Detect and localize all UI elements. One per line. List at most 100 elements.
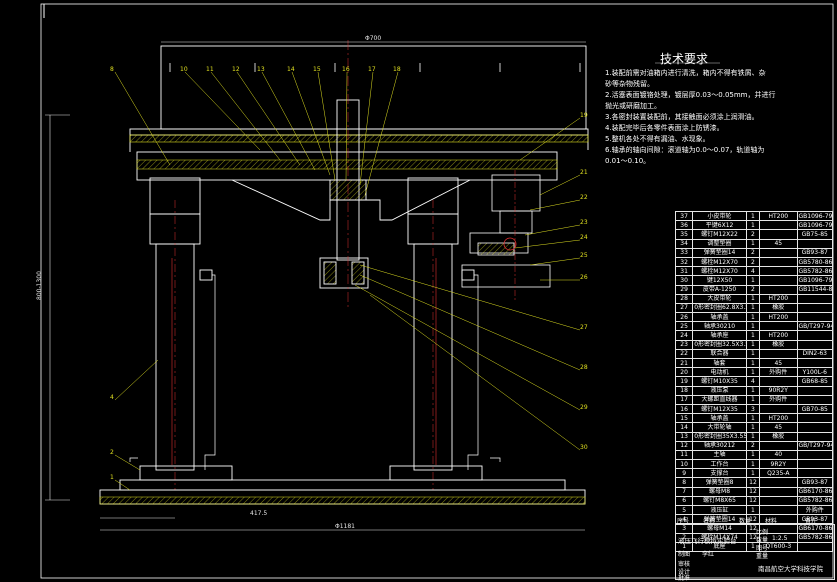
bom-name: 0形密封圈32.5X3.55: [692, 339, 747, 350]
bom-qty: 1: [745, 459, 761, 470]
bom-qty: 3: [745, 403, 761, 415]
bom-qty: 12: [745, 477, 761, 488]
bom-name: 液压缸: [692, 504, 747, 516]
bom-material: HT200: [759, 330, 798, 341]
bom-qty: 2: [745, 284, 761, 295]
bom-row: 31 螺栓M12X70 4 GB5782-86: [674, 266, 834, 277]
bom-name: 螺栓M12X70: [692, 256, 747, 268]
bom-no: 25: [674, 321, 694, 332]
bom-no: 18: [674, 385, 694, 396]
approved-label: 批准: [678, 575, 691, 582]
bom-no: 33: [674, 247, 694, 258]
bom-name: 0形密封圈35X3.55: [692, 431, 747, 442]
bom-remark: GB5782-86: [796, 266, 834, 277]
bom-name: 液压泵: [692, 385, 747, 396]
requirements-title: 技术要求: [660, 52, 709, 66]
bom-remark: [796, 431, 834, 442]
callout: 28: [580, 364, 588, 371]
bom-qty: 1: [745, 312, 761, 323]
bom-qty: 1: [745, 302, 761, 314]
bom-qty: 1: [745, 238, 761, 249]
bom-row: 20 电动机 1 外购件 Y100L-6: [674, 367, 834, 378]
bom-no: 11: [674, 449, 694, 461]
callout: 30: [580, 444, 588, 451]
bom-remark: 外购件: [796, 504, 834, 516]
bom-material: [759, 266, 798, 277]
bom-row: 18 液压泵 1 90R2Y: [674, 385, 834, 396]
bom-no: 15: [674, 413, 694, 424]
weight-label: 重量: [756, 553, 769, 560]
bom-no: 9: [674, 468, 694, 479]
callout: 10: [180, 66, 188, 73]
bom-qty: 1: [745, 394, 761, 405]
bom-name: 螺栓M12X70: [692, 266, 747, 277]
bom-row: 24 轴承座 1 HT200: [674, 330, 834, 341]
bom-row: 37 小皮带轮 1 HT200 GB1096-79: [674, 210, 834, 222]
bom-no: 36: [674, 220, 694, 231]
bom-name: 键12X50: [692, 275, 747, 286]
bom-no: 16: [674, 403, 694, 415]
bom-qty: 2: [745, 440, 761, 451]
dimension-lines: [45, 41, 586, 531]
bom-name: 螺母M8: [692, 486, 747, 497]
motor-assembly: [461, 174, 551, 288]
bom-material: 外购件: [759, 394, 798, 405]
bom-row: 12 轴承30212 2 GB/T297-94: [674, 440, 834, 451]
bom-no: 20: [674, 367, 694, 378]
callout: 4: [110, 394, 114, 401]
bom-remark: [796, 449, 834, 461]
bom-remark: [796, 413, 834, 424]
bom-material: [759, 440, 798, 451]
bom-material: [759, 247, 798, 258]
bom-remark: [796, 339, 834, 350]
bom-row: 29 皮带A-1250 2 GB11544-89: [674, 284, 834, 295]
bom-remark: [796, 459, 834, 470]
dim-base-width: Φ1181: [335, 523, 355, 530]
bom-material: HT200: [759, 312, 798, 323]
bom-row: 25 轴承30210 1 GB/T297-94: [674, 321, 834, 332]
bom-name: 轴承盖: [692, 413, 747, 424]
bom-remark: [796, 312, 834, 323]
bom-remark: Y100L-6: [796, 367, 834, 378]
bom-no: 24: [674, 330, 694, 341]
bom-material: 40: [759, 449, 798, 461]
callout: 25: [580, 252, 588, 259]
bom-no: 14: [674, 422, 694, 433]
bom-material: [759, 256, 798, 268]
bom-name: 螺钉M8X65: [692, 495, 747, 507]
requirement-line: 6.轴承的轴向间隙：滚道轴为0.0～0.07，轨道轴为: [605, 146, 765, 154]
bom-row: 10 工作台 1 9R2Y: [674, 459, 834, 470]
bom-table: 37 小皮带轮 1 HT200 GB1096-79 36 平键6X12 1 GB1096-79 3…: [674, 210, 834, 552]
bom-remark: GB1096-79: [796, 210, 834, 222]
bom-remark: GB1096-79: [796, 220, 834, 231]
bom-row: 26 轴承盖 1 HT200: [674, 312, 834, 323]
bom-no: 7: [674, 486, 694, 497]
bom-remark: DIN2-63: [796, 348, 834, 360]
bom-qty: 4: [745, 376, 761, 387]
bom-row: 34 调整垫圈 1 45: [674, 238, 834, 249]
bom-material: [759, 486, 798, 497]
requirement-line: 2.活塞表面镀铬处理，镀层厚0.03～0.05mm，并进行: [605, 91, 776, 99]
bom-name: 小皮带轮: [692, 210, 747, 222]
bom-remark: [796, 293, 834, 304]
bom-qty: 1: [745, 293, 761, 304]
bom-row: 14 大带轮轴 1 45: [674, 422, 834, 433]
bom-row: 270形密封圈62.8X3.551橡胶: [674, 302, 834, 314]
school-name: 南昌航空大学科技学院: [758, 565, 823, 573]
bom-remark: GB6170-86: [796, 486, 834, 497]
bom-qty: 2: [745, 256, 761, 268]
bom-row: 19 螺钉M10X35 4 GB68-85: [674, 376, 834, 387]
dim-height-range: 800-1300: [36, 271, 43, 300]
bom-qty: 1: [745, 330, 761, 341]
bom-material: 橡胶: [759, 339, 798, 350]
bom-material: [759, 275, 798, 286]
bom-remark: [796, 302, 834, 314]
bom-no: 22: [674, 348, 694, 360]
bom-name: 调整垫圈: [692, 238, 747, 249]
bom-no: 31: [674, 266, 694, 277]
bom-row: 22 联合器 1 DIN2-63: [674, 348, 834, 360]
bom-material: [759, 348, 798, 360]
bom-remark: [796, 238, 834, 249]
dim-lower-offset: 417.5: [250, 510, 268, 517]
callout: 16: [342, 66, 350, 73]
